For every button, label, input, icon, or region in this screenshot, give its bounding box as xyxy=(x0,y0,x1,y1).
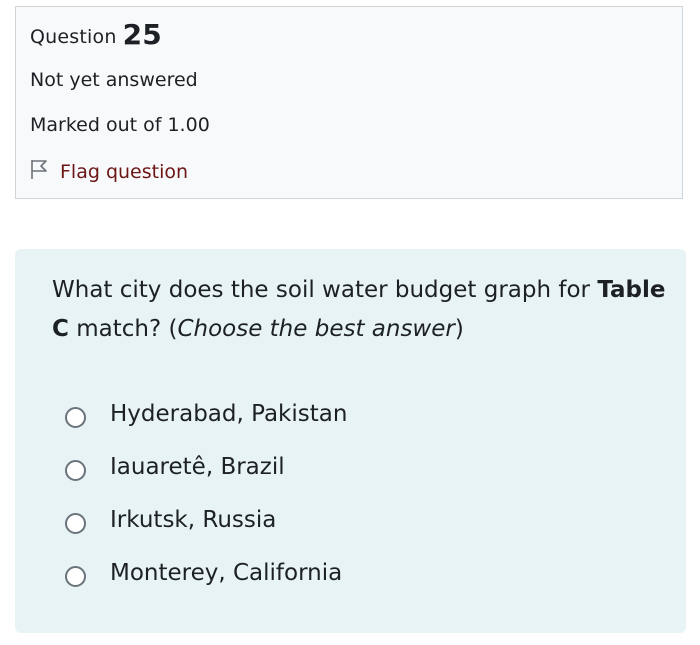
answer-options: Hyderabad, Pakistan Iauaretê, Brazil Irk… xyxy=(65,387,347,599)
question-text: What city does the soil water budget gra… xyxy=(52,271,672,349)
radio-unchecked-icon[interactable] xyxy=(65,460,86,481)
question-info-card: Question 25 Not yet answered Marked out o… xyxy=(15,6,683,199)
question-text-part2: match? ( xyxy=(68,316,178,342)
answer-option[interactable]: Hyderabad, Pakistan xyxy=(65,387,347,440)
flag-icon xyxy=(28,157,60,186)
question-text-part1: What city does the soil water budget gra… xyxy=(52,277,598,303)
answer-option[interactable]: Iauaretê, Brazil xyxy=(65,440,347,493)
answer-option-label[interactable]: Iauaretê, Brazil xyxy=(110,454,285,480)
question-title: Question 25 xyxy=(30,17,162,51)
radio-unchecked-icon[interactable] xyxy=(65,566,86,587)
question-title-prefix: Question xyxy=(30,26,117,48)
question-text-italic: Choose the best answer xyxy=(177,316,455,342)
answer-option[interactable]: Monterey, California xyxy=(65,546,347,599)
question-number: 25 xyxy=(122,18,162,51)
flag-question-link[interactable]: Flag question xyxy=(28,157,188,186)
question-text-part3: ) xyxy=(454,316,464,342)
radio-unchecked-icon[interactable] xyxy=(65,513,86,534)
radio-unchecked-icon[interactable] xyxy=(65,407,86,428)
question-formulation: What city does the soil water budget gra… xyxy=(15,249,686,633)
question-state: Not yet answered xyxy=(30,69,198,91)
answer-option-label[interactable]: Irkutsk, Russia xyxy=(110,507,276,533)
answer-option-label[interactable]: Hyderabad, Pakistan xyxy=(110,401,347,427)
answer-option-label[interactable]: Monterey, California xyxy=(110,560,342,586)
answer-option[interactable]: Irkutsk, Russia xyxy=(65,493,347,546)
question-grade: Marked out of 1.00 xyxy=(30,114,210,136)
flag-question-label: Flag question xyxy=(60,160,189,183)
